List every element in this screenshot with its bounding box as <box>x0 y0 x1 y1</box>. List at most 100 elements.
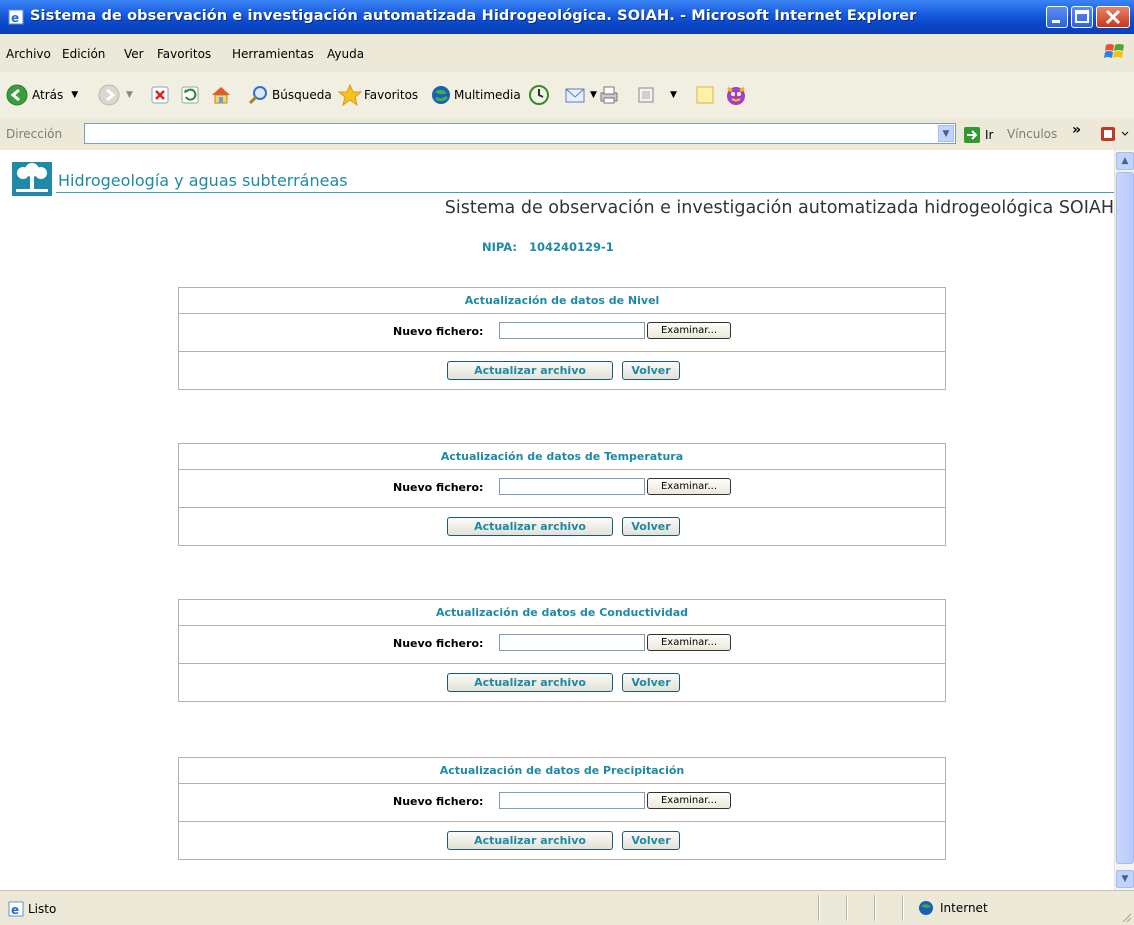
messenger-button[interactable] <box>724 82 748 108</box>
back-link-button[interactable]: Volver <box>622 831 680 850</box>
refresh-button[interactable] <box>180 82 200 108</box>
history-icon <box>529 85 549 105</box>
translate-icon[interactable] <box>1100 126 1130 142</box>
home-button[interactable] <box>210 82 232 108</box>
resize-grip-icon[interactable] <box>1120 911 1132 923</box>
links-more-icon[interactable]: » <box>1072 122 1081 138</box>
back-button[interactable]: Atrás ▼ <box>6 82 78 108</box>
ie-page-icon: e <box>8 901 24 917</box>
menu-favoritos[interactable]: Favoritos <box>157 47 211 61</box>
menu-ayuda[interactable]: Ayuda <box>327 47 364 61</box>
page-title: Sistema de observación e investigación a… <box>444 198 1114 218</box>
scroll-up-icon[interactable]: ▲ <box>1116 152 1134 170</box>
go-arrow-icon <box>964 127 980 143</box>
media-button[interactable]: Multimedia <box>430 82 521 108</box>
mail-button[interactable]: ▼ <box>564 82 597 108</box>
forward-dropdown-icon: ▼ <box>126 90 133 100</box>
file-label: Nuevo fichero: <box>393 481 484 494</box>
menu-archivo[interactable]: Archivo <box>6 47 51 61</box>
file-row: Nuevo fichero: Examinar... <box>179 470 945 508</box>
file-input[interactable] <box>499 792 645 809</box>
status-divider <box>902 895 903 921</box>
back-link-button[interactable]: Volver <box>622 517 680 536</box>
edit-page-icon <box>638 87 654 103</box>
search-icon <box>248 86 267 105</box>
favorites-button[interactable]: Favoritos <box>338 82 418 108</box>
back-link-button[interactable]: Volver <box>622 673 680 692</box>
home-icon <box>212 87 230 104</box>
print-button[interactable] <box>598 82 620 108</box>
menu-herramientas[interactable]: Herramientas <box>232 47 314 61</box>
browse-button[interactable]: Examinar... <box>647 634 731 651</box>
update-file-button[interactable]: Actualizar archivo <box>447 361 613 380</box>
back-link-button[interactable]: Volver <box>622 361 680 380</box>
links-label[interactable]: Vínculos <box>1007 127 1057 141</box>
address-input[interactable] <box>84 123 956 144</box>
action-row: Actualizar archivo Volver <box>179 664 945 701</box>
window-title: Sistema de observación e investigación a… <box>30 8 917 24</box>
menu-ver[interactable]: Ver <box>124 47 144 61</box>
page-content: Hidrogeología y aguas subterráneas Siste… <box>0 150 1114 890</box>
file-label: Nuevo fichero: <box>393 637 484 650</box>
close-button[interactable] <box>1096 6 1130 28</box>
go-button[interactable]: Ir <box>963 126 993 144</box>
go-label: Ir <box>985 128 994 142</box>
scroll-down-icon[interactable]: ▼ <box>1116 870 1134 888</box>
file-row: Nuevo fichero: Examinar... <box>179 784 945 822</box>
address-bar: Dirección ▼ Ir Vínculos » <box>0 118 1134 151</box>
media-label: Multimedia <box>454 88 521 102</box>
stop-icon <box>151 86 169 104</box>
status-bar: e Listo Internet <box>0 890 1134 925</box>
messenger-icon <box>727 86 745 105</box>
update-file-button[interactable]: Actualizar archivo <box>447 673 613 692</box>
zone-label: Internet <box>940 901 988 915</box>
status-divider <box>846 895 847 921</box>
update-file-button[interactable]: Actualizar archivo <box>447 517 613 536</box>
action-row: Actualizar archivo Volver <box>179 508 945 545</box>
toolbar: Atrás ▼ ▼ Búsqueda Favoritos Multimedia … <box>0 72 1134 119</box>
browse-button[interactable]: Examinar... <box>647 322 731 339</box>
status-divider <box>874 895 875 921</box>
history-button[interactable] <box>528 82 550 108</box>
address-label: Dirección <box>6 127 63 141</box>
status-text: Listo <box>28 902 57 916</box>
notes-button[interactable] <box>694 82 716 108</box>
action-row: Actualizar archivo Volver <box>179 822 945 859</box>
back-arrow-icon <box>6 84 28 106</box>
back-label: Atrás <box>32 88 64 102</box>
file-label: Nuevo fichero: <box>393 325 484 338</box>
file-input[interactable] <box>499 322 645 339</box>
title-bar: e Sistema de observación e investigación… <box>0 0 1134 34</box>
search-button[interactable]: Búsqueda <box>248 82 332 108</box>
back-dropdown-icon[interactable]: ▼ <box>71 90 78 100</box>
ie-page-icon: e <box>8 9 24 25</box>
file-input[interactable] <box>499 634 645 651</box>
minimize-button[interactable] <box>1046 6 1068 28</box>
file-label: Nuevo fichero: <box>393 795 484 808</box>
svg-text:e: e <box>11 11 19 25</box>
scroll-thumb[interactable] <box>1116 172 1134 864</box>
edit-button[interactable]: ▼ <box>636 82 677 108</box>
mail-dropdown-icon[interactable]: ▼ <box>590 90 597 100</box>
maximize-button[interactable] <box>1071 6 1093 28</box>
panel-title: Actualización de datos de Nivel <box>179 288 945 314</box>
minimize-icon <box>1052 20 1060 23</box>
edit-dropdown-icon[interactable]: ▼ <box>670 90 677 100</box>
panel-precipitacion: Actualización de datos de Precipitación … <box>178 757 946 860</box>
update-file-button[interactable]: Actualizar archivo <box>447 831 613 850</box>
forward-button[interactable]: ▼ <box>98 82 133 108</box>
status-divider <box>818 895 819 921</box>
globe-icon <box>919 901 933 915</box>
address-dropdown-icon[interactable]: ▼ <box>938 125 954 142</box>
print-icon <box>600 86 618 104</box>
favorites-label: Favoritos <box>364 88 419 102</box>
close-icon <box>1105 9 1121 25</box>
maximize-icon <box>1075 10 1089 23</box>
stop-button[interactable] <box>150 82 170 108</box>
action-row: Actualizar archivo Volver <box>179 352 945 389</box>
browse-button[interactable]: Examinar... <box>647 792 731 809</box>
vertical-scrollbar[interactable]: ▲ ▼ <box>1114 150 1134 890</box>
menu-edicion[interactable]: Edición <box>62 47 105 61</box>
browse-button[interactable]: Examinar... <box>647 478 731 495</box>
file-input[interactable] <box>499 478 645 495</box>
